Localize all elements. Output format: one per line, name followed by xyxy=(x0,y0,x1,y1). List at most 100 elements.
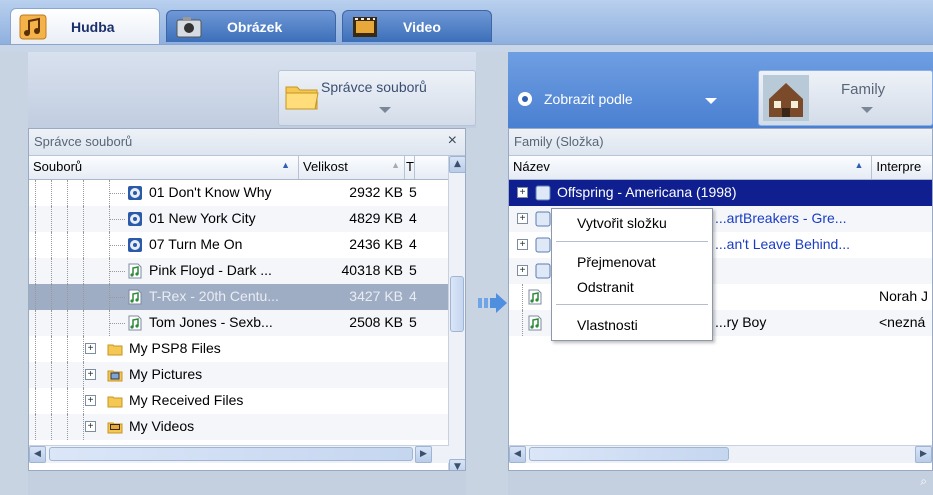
file-row[interactable]: + My Videos xyxy=(29,414,465,440)
right-toolbar: Zobrazit podle Family xyxy=(508,52,933,128)
left-file-panel: Správce souborů × Souborů ▲ Velikost ▲ T… xyxy=(28,128,466,495)
transfer-arrow-icon[interactable] xyxy=(478,292,508,314)
file-row[interactable]: T-Rex - 20th Centu... 3427 KB 4 xyxy=(29,284,465,310)
file-manager-button[interactable]: Správce souborů xyxy=(278,70,476,126)
column-extra[interactable]: Ti xyxy=(405,156,415,179)
view-by-dropdown-icon[interactable] xyxy=(705,98,717,104)
file-size: 4829 KB xyxy=(349,210,403,226)
column-size[interactable]: Velikost ▲ xyxy=(299,156,405,179)
audio-cd-icon xyxy=(128,186,142,200)
file-row[interactable]: 01 Don't Know Why 2932 KB 5 xyxy=(29,180,465,206)
close-icon[interactable]: × xyxy=(448,132,457,150)
column-name[interactable]: Souborů ▲ xyxy=(29,156,299,179)
folder-name: ...artBreakers - Gre... xyxy=(715,210,847,226)
tab-pictures[interactable]: Obrázek xyxy=(166,10,336,42)
house-photo-icon xyxy=(763,75,809,121)
folder-icon xyxy=(107,344,123,356)
eye-icon xyxy=(518,92,532,106)
expand-toggle[interactable]: + xyxy=(85,421,96,432)
left-panel-title: Správce souborů × xyxy=(29,129,465,156)
family-label: Family xyxy=(841,81,886,98)
camera-icon xyxy=(176,16,202,37)
tab-pictures-label: Obrázek xyxy=(227,18,283,35)
expand-toggle[interactable]: + xyxy=(517,187,528,198)
chevron-down-icon xyxy=(379,107,391,113)
file-extra: 4 xyxy=(409,236,417,252)
left-vertical-scrollbar[interactable]: ▲ ▼ xyxy=(448,156,465,476)
scroll-thumb-horizontal[interactable] xyxy=(49,447,413,461)
file-size: 3427 KB xyxy=(349,288,403,304)
scroll-thumb-horizontal[interactable] xyxy=(529,447,729,461)
expand-toggle[interactable]: + xyxy=(517,213,528,224)
tab-video[interactable]: Video xyxy=(342,10,492,42)
music-file-icon xyxy=(528,315,542,331)
file-row[interactable]: 01 New York City 4829 KB 4 xyxy=(29,206,465,232)
file-extra: 4 xyxy=(409,210,417,226)
column-artist[interactable]: Interpre xyxy=(872,156,932,179)
menu-item-create-folder[interactable]: Vytvořit složku xyxy=(577,215,667,231)
chevron-down-icon xyxy=(861,107,873,113)
file-row[interactable]: Tom Jones - Sexb... 2508 KB 5 xyxy=(29,310,465,336)
menu-item-properties[interactable]: Vlastnosti xyxy=(577,317,638,333)
column-title[interactable]: Název ▲ xyxy=(509,156,873,179)
right-status-bar: ⌕ xyxy=(508,470,933,495)
family-folder-button[interactable]: Family xyxy=(758,70,933,126)
scroll-left-button[interactable]: ◀ xyxy=(509,446,526,463)
tab-bar: Hudba Obrázek Video xyxy=(0,0,933,44)
left-horizontal-scrollbar[interactable]: ◀ ▶ xyxy=(29,445,449,463)
file-row[interactable]: + My Pictures xyxy=(29,362,465,388)
folder-row[interactable]: + Offspring - Americana (1998) xyxy=(509,180,932,206)
column-name-label: Souborů xyxy=(33,159,83,174)
expand-toggle[interactable]: + xyxy=(517,265,528,276)
column-size-label: Velikost xyxy=(303,159,348,174)
expand-toggle[interactable]: + xyxy=(85,395,96,406)
menu-item-delete[interactable]: Odstranit xyxy=(577,279,634,295)
tab-music[interactable]: Hudba xyxy=(10,8,160,44)
scroll-up-button[interactable]: ▲ xyxy=(449,156,465,173)
file-row[interactable]: + My Received Files xyxy=(29,388,465,414)
file-size: 2508 KB xyxy=(349,314,403,330)
file-row[interactable]: + My PSP8 Files xyxy=(29,336,465,362)
scroll-right-button[interactable]: ▶ xyxy=(415,446,432,463)
videos-folder-icon xyxy=(107,422,123,434)
view-by-button[interactable]: Zobrazit podle xyxy=(544,91,633,107)
right-panel-title-text: Family (Složka) xyxy=(514,134,604,149)
column-title-label: Název xyxy=(513,159,550,174)
file-extra: 5 xyxy=(409,184,417,200)
search-icon[interactable]: ⌕ xyxy=(920,474,927,489)
file-manager-label: Správce souborů xyxy=(321,79,427,95)
scroll-left-button[interactable]: ◀ xyxy=(29,446,46,463)
file-extra: 5 xyxy=(409,262,417,278)
expand-toggle[interactable]: + xyxy=(85,343,96,354)
sort-up-icon: ▲ xyxy=(281,160,290,170)
context-menu: Vytvořit složku Přejmenovat Odstranit Vl… xyxy=(551,208,713,341)
right-panel-title: Family (Složka) xyxy=(509,129,932,156)
music-file-icon xyxy=(128,315,142,331)
pictures-folder-icon xyxy=(107,370,123,382)
file-extra: 5 xyxy=(409,314,417,330)
file-name: My PSP8 Files xyxy=(129,340,221,356)
scroll-right-button[interactable]: ▶ xyxy=(915,446,932,463)
file-row[interactable]: 07 Turn Me On 2436 KB 4 xyxy=(29,232,465,258)
file-extra: 4 xyxy=(409,288,417,304)
file-name: My Pictures xyxy=(129,366,203,382)
menu-item-rename[interactable]: Přejmenovat xyxy=(577,254,656,270)
scroll-thumb[interactable] xyxy=(450,276,464,332)
right-horizontal-scrollbar[interactable]: ◀ ▶ xyxy=(509,445,932,463)
artist: Norah J xyxy=(879,288,929,304)
file-size: 2436 KB xyxy=(349,236,403,252)
file-size: 2932 KB xyxy=(349,184,403,200)
music-file-icon xyxy=(128,263,142,279)
audio-cd-icon xyxy=(128,212,142,226)
expand-toggle[interactable]: + xyxy=(517,239,528,250)
file-name: Tom Jones - Sexb... xyxy=(149,314,273,330)
folder-name: Offspring - Americana (1998) xyxy=(557,184,737,200)
menu-separator xyxy=(556,241,708,242)
tab-music-label: Hudba xyxy=(71,18,115,35)
file-name: T-Rex - 20th Centu... xyxy=(149,288,279,304)
content-border xyxy=(0,44,933,52)
sort-icon: ▲ xyxy=(391,160,400,170)
file-row[interactable]: Pink Floyd - Dark ... 40318 KB 5 xyxy=(29,258,465,284)
expand-toggle[interactable]: + xyxy=(85,369,96,380)
menu-separator xyxy=(556,304,708,305)
